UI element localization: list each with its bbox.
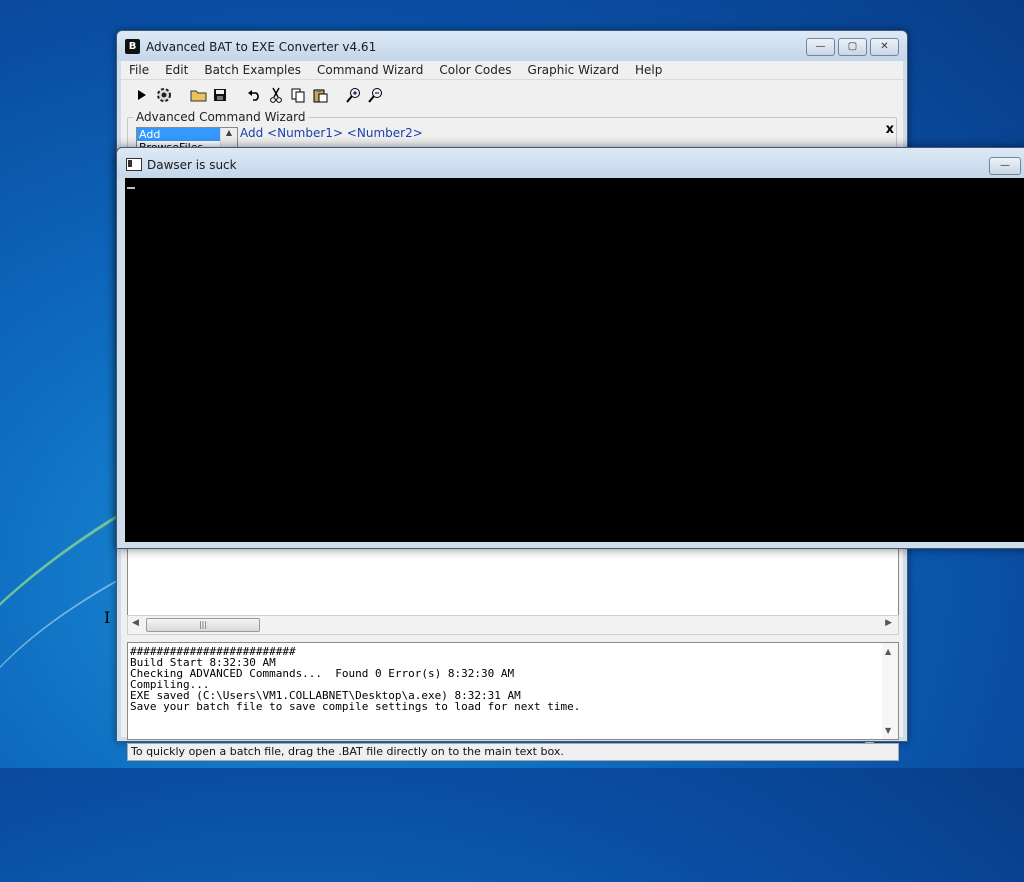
output-lines: ######################### Build Start 8:… [128,646,580,712]
output-log[interactable]: ######################### Build Start 8:… [127,642,899,740]
zoom-in-icon[interactable] [345,86,363,104]
play-icon[interactable] [133,86,151,104]
console-titlebar[interactable]: Dawser is suck — [117,148,1024,178]
menu-edit[interactable]: Edit [157,63,196,77]
main-window-title: Advanced BAT to EXE Converter v4.61 [146,40,377,54]
horizontal-scrollbar[interactable]: ◀ ||| ▶ [127,615,899,635]
wizard-label: Advanced Command Wizard [134,110,308,124]
wizard-list-item[interactable]: Add [137,128,221,141]
menu-batch-examples[interactable]: Batch Examples [196,63,309,77]
gear-icon[interactable] [155,86,173,104]
menu-command-wizard[interactable]: Command Wizard [309,63,431,77]
scroll-left-arrow-icon[interactable]: ◀ [132,618,139,628]
app-logo-icon: B [125,39,140,54]
zoom-out-icon[interactable] [367,86,385,104]
main-titlebar[interactable]: B Advanced BAT to EXE Converter v4.61 — … [117,31,907,61]
console-output[interactable] [125,178,1024,542]
menu-color-codes[interactable]: Color Codes [431,63,519,77]
scroll-down-arrow-icon[interactable]: ▼ [885,726,891,735]
menu-file[interactable]: File [121,63,157,77]
undo-icon[interactable] [245,86,263,104]
close-button[interactable]: ✕ [870,38,899,56]
scroll-thumb[interactable]: ||| [146,618,260,632]
maximize-button[interactable]: ▢ [838,38,867,56]
folder-icon[interactable] [189,86,207,104]
menu-graphic-wizard[interactable]: Graphic Wizard [520,63,627,77]
output-vertical-scrollbar[interactable]: ▲ ▼ [882,643,898,739]
wizard-syntax: Add <Number1> <Number2> [240,126,423,140]
console-window: Dawser is suck — [116,147,1024,549]
scroll-up-arrow-icon[interactable]: ▲ [885,647,891,656]
toolbar [121,80,903,110]
minimize-button[interactable]: — [806,38,835,56]
paste-icon[interactable] [311,86,329,104]
console-caret [127,187,135,189]
disk-icon[interactable] [211,86,229,104]
menu-help[interactable]: Help [627,63,670,77]
console-window-title: Dawser is suck [147,158,237,172]
window-controls: — ▢ ✕ [806,38,899,56]
console-minimize-button[interactable]: — [989,157,1021,175]
console-app-icon [126,158,142,171]
text-cursor-icon: I [104,608,111,627]
status-bar: To quickly open a batch file, drag the .… [127,743,899,761]
wizard-close-button[interactable]: x [886,122,894,137]
scissors-icon[interactable] [267,86,285,104]
output-line: Save your batch file to save compile set… [130,700,581,713]
scroll-right-arrow-icon[interactable]: ▶ [885,618,892,628]
menu-bar: File Edit Batch Examples Command Wizard … [121,61,903,79]
copy-icon[interactable] [289,86,307,104]
